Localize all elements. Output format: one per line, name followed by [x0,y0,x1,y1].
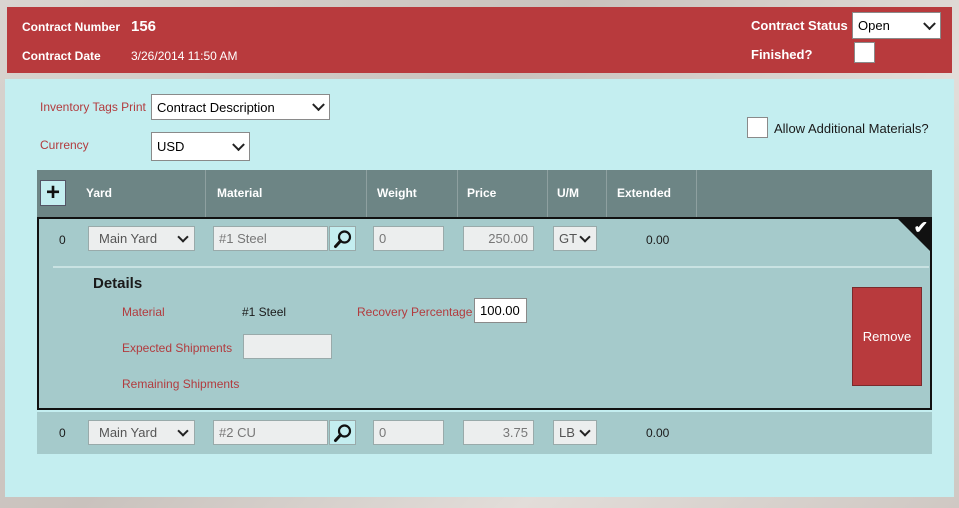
price-input[interactable]: 3.75 [463,420,534,445]
recovery-percentage-label: Recovery Percentage [357,305,473,319]
contract-status-label: Contract Status [751,18,848,33]
contract-number-label: Contract Number [22,20,121,34]
finished-label: Finished? [751,47,813,62]
currency-value: USD [157,139,185,154]
yard-select[interactable]: Main Yard [88,226,195,251]
search-icon [333,423,351,442]
remaining-shipments-label: Remaining Shipments [122,377,240,391]
um-value: LB [559,425,575,440]
yard-value: Main Yard [99,425,158,440]
um-value: GT [559,231,578,246]
column-header-price: Price [458,170,548,217]
table-row[interactable]: 0 Main Yard #2 CU 0 3.75 LB 0.00 [37,412,932,454]
chevron-down-icon [579,424,591,437]
um-select[interactable]: GT [553,226,597,251]
currency-select[interactable]: USD [151,132,250,161]
details-title: Details [93,275,143,292]
weight-input[interactable]: 0 [373,420,444,445]
allow-additional-label: Allow Additional Materials? [774,121,929,136]
add-row-button[interactable]: + [40,180,66,206]
chevron-down-icon [177,424,189,437]
column-header-extended: Extended [608,170,697,217]
chevron-down-icon [177,230,189,243]
material-input[interactable]: #1 Steel [213,226,328,251]
plus-icon: + [45,179,60,206]
column-header-weight: Weight [368,170,458,217]
checkmark-icon: ✔ [913,218,928,237]
price-input[interactable]: 250.00 [463,226,534,251]
chevron-down-icon [232,137,245,151]
expected-shipments-input[interactable] [243,334,332,359]
divider [53,266,929,268]
yard-value: Main Yard [99,231,158,246]
column-header-material: Material [208,170,367,217]
inventory-tags-select[interactable]: Contract Description [151,94,330,120]
expected-shipments-label: Expected Shipments [122,341,233,355]
allow-additional-checkbox[interactable] [747,117,768,138]
chevron-down-icon [923,16,936,30]
chevron-down-icon [312,98,325,112]
contract-status-value: Open [858,18,890,33]
search-icon [333,229,351,248]
yard-select[interactable]: Main Yard [88,420,195,445]
inventory-tags-label: Inventory Tags Print [40,100,146,114]
contract-date-label: Contract Date [22,49,101,63]
column-header-um: U/M [548,170,607,217]
material-search-button[interactable] [329,226,356,251]
contract-number-value: 156 [131,18,157,35]
chevron-down-icon [579,230,591,243]
recovery-percentage-input[interactable]: 100.00 [474,298,527,323]
contract-header: Contract Number 156 Contract Date 3/26/2… [7,7,952,73]
extended-value: 0.00 [646,426,670,440]
column-header-yard: Yard [77,170,206,217]
contract-status-select[interactable]: Open [852,12,941,39]
grid-header: + Yard Material Weight Price U/M Extende… [37,170,932,217]
currency-label: Currency [40,138,89,152]
material-search-button[interactable] [329,420,356,445]
table-row[interactable]: 0 Main Yard #1 Steel 0 250.00 GT 0.00 ✔ … [37,217,932,410]
finished-checkbox[interactable] [854,42,875,63]
detail-material-value: #1 Steel [242,305,287,319]
material-input[interactable]: #2 CU [213,420,328,445]
inventory-tags-value: Contract Description [157,99,275,115]
weight-input[interactable]: 0 [373,226,444,251]
contract-date-value: 3/26/2014 11:50 AM [131,49,238,63]
row-index: 0 [59,426,66,440]
detail-material-label: Material [122,305,165,319]
extended-value: 0.00 [646,233,670,247]
row-index: 0 [59,233,66,247]
remove-button[interactable]: Remove [852,287,922,386]
um-select[interactable]: LB [553,420,597,445]
